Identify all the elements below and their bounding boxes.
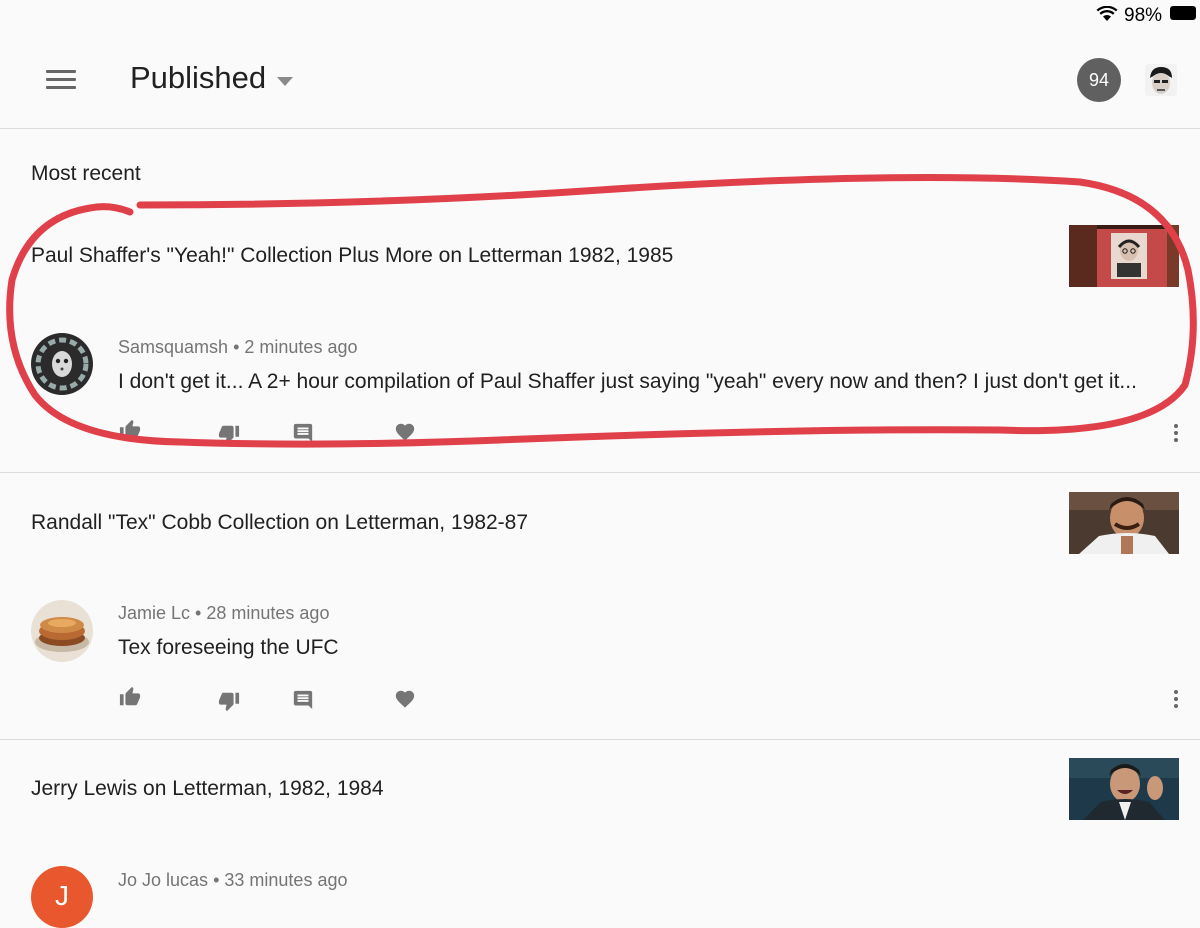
thumbs-up-icon[interactable] xyxy=(118,686,142,708)
heart-icon[interactable] xyxy=(393,688,417,710)
more-options-icon[interactable] xyxy=(1170,424,1182,446)
comment-text: I don't get it... A 2+ hour compilation … xyxy=(118,370,1137,393)
status-bar: 98% xyxy=(0,0,1200,30)
timestamp: 33 minutes ago xyxy=(224,870,348,890)
comment-meta: Samsquamsh • 2 minutes ago xyxy=(118,337,357,358)
thumbs-up-icon[interactable] xyxy=(118,419,142,441)
video-title[interactable]: Randall "Tex" Cobb Collection on Letterm… xyxy=(31,511,528,535)
separator: • xyxy=(213,870,220,890)
author-name[interactable]: Jamie Lc xyxy=(118,603,190,623)
reply-icon[interactable] xyxy=(291,422,315,444)
thumbnail-image xyxy=(1069,225,1179,287)
timestamp: 28 minutes ago xyxy=(206,603,330,623)
profile-avatar[interactable] xyxy=(1145,64,1177,96)
timestamp: 2 minutes ago xyxy=(244,337,358,357)
more-options-icon[interactable] xyxy=(1170,690,1182,712)
video-thumbnail[interactable] xyxy=(1069,758,1179,820)
author-name[interactable]: Samsquamsh xyxy=(118,337,228,357)
reply-icon[interactable] xyxy=(291,689,315,711)
thumbnail-image xyxy=(1069,758,1179,820)
avatar-initial: J xyxy=(55,880,69,911)
avatar[interactable] xyxy=(31,333,93,395)
profile-face-icon xyxy=(1145,64,1177,96)
comment-meta: Jamie Lc • 28 minutes ago xyxy=(118,603,329,624)
wifi-icon xyxy=(1096,6,1118,21)
thumbnail-image xyxy=(1069,492,1179,554)
heart-icon[interactable] xyxy=(393,421,417,443)
battery-percentage: 98% xyxy=(1124,5,1163,26)
section-label: Most recent xyxy=(31,162,141,185)
separator: • xyxy=(195,603,202,623)
avatar-image xyxy=(31,600,93,662)
page-title[interactable]: Published xyxy=(130,60,266,96)
menu-icon[interactable] xyxy=(46,68,76,92)
video-title[interactable]: Paul Shaffer's "Yeah!" Collection Plus M… xyxy=(31,244,673,268)
dropdown-caret-icon[interactable] xyxy=(277,77,293,86)
video-thumbnail[interactable] xyxy=(1069,492,1179,554)
annotation-circle xyxy=(6,174,1197,448)
comment-text: Tex foreseeing the UFC xyxy=(118,636,339,659)
avatar-image xyxy=(31,333,93,395)
video-title[interactable]: Jerry Lewis on Letterman, 1982, 1984 xyxy=(31,777,384,801)
thumbs-down-icon[interactable] xyxy=(217,423,241,445)
comment-meta: Jo Jo lucas • 33 minutes ago xyxy=(118,870,347,891)
avatar[interactable]: J xyxy=(31,866,93,928)
separator: • xyxy=(233,337,240,357)
author-name[interactable]: Jo Jo lucas xyxy=(118,870,208,890)
divider xyxy=(0,739,1200,740)
battery-icon xyxy=(1170,6,1196,20)
app-header: Published 94 xyxy=(0,30,1200,129)
avatar[interactable] xyxy=(31,600,93,662)
video-thumbnail[interactable] xyxy=(1069,225,1179,287)
divider xyxy=(0,472,1200,473)
notification-badge[interactable]: 94 xyxy=(1077,58,1121,102)
thumbs-down-icon[interactable] xyxy=(217,690,241,712)
